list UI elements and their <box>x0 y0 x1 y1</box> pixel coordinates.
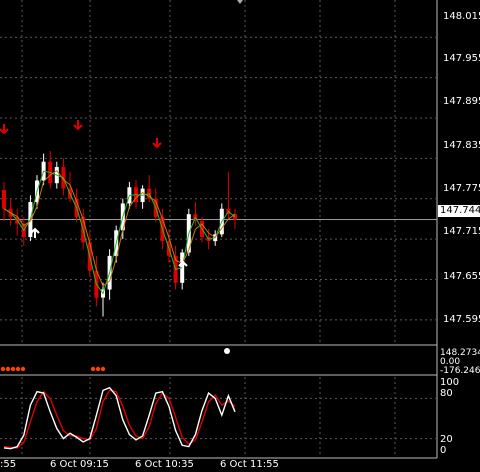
chart-shift-marker-icon <box>237 0 243 4</box>
sell-arrow-icon <box>152 138 162 149</box>
signal-dot <box>100 366 106 372</box>
time-label: 6 Oct 09:15 <box>50 459 109 470</box>
oscillator-level-label: 100 <box>440 377 460 388</box>
price-label: 147.895 <box>443 96 480 107</box>
time-label: 6 Oct 10:35 <box>135 459 194 470</box>
stochastic-signal-line <box>3 389 236 449</box>
oscillator-level-label: 20 <box>440 434 453 445</box>
signal-dot <box>90 366 96 372</box>
trading-chart[interactable] <box>0 0 480 472</box>
price-label: 147.955 <box>443 53 480 64</box>
signal-dot <box>0 366 6 372</box>
oscillator-level-label: 80 <box>440 388 453 399</box>
sell-arrow-icon <box>73 120 83 131</box>
current-price-tag: 147.744 <box>438 205 480 217</box>
stochastic-main-line <box>3 386 236 450</box>
candle-body <box>2 189 6 209</box>
signal-dot <box>10 366 16 372</box>
signal-dot <box>5 366 11 372</box>
price-label: 147.835 <box>443 140 480 151</box>
price-label: 147.775 <box>443 183 480 194</box>
price-label: 147.595 <box>443 314 480 325</box>
signal-dot <box>95 366 101 372</box>
time-label: 6 Oct 11:55 <box>220 459 279 470</box>
time-label: :55 <box>0 459 17 470</box>
indicator-value-label: -176.2462 <box>440 366 480 376</box>
signal-dot <box>20 366 26 372</box>
signal-dot <box>224 348 230 354</box>
sell-arrow-icon <box>0 124 9 135</box>
price-label: 148.015 <box>443 11 480 22</box>
oscillator-level-label: 0 <box>440 445 447 456</box>
price-label: 147.715 <box>443 226 480 237</box>
signal-dot <box>15 366 21 372</box>
price-label: 147.655 <box>443 271 480 282</box>
